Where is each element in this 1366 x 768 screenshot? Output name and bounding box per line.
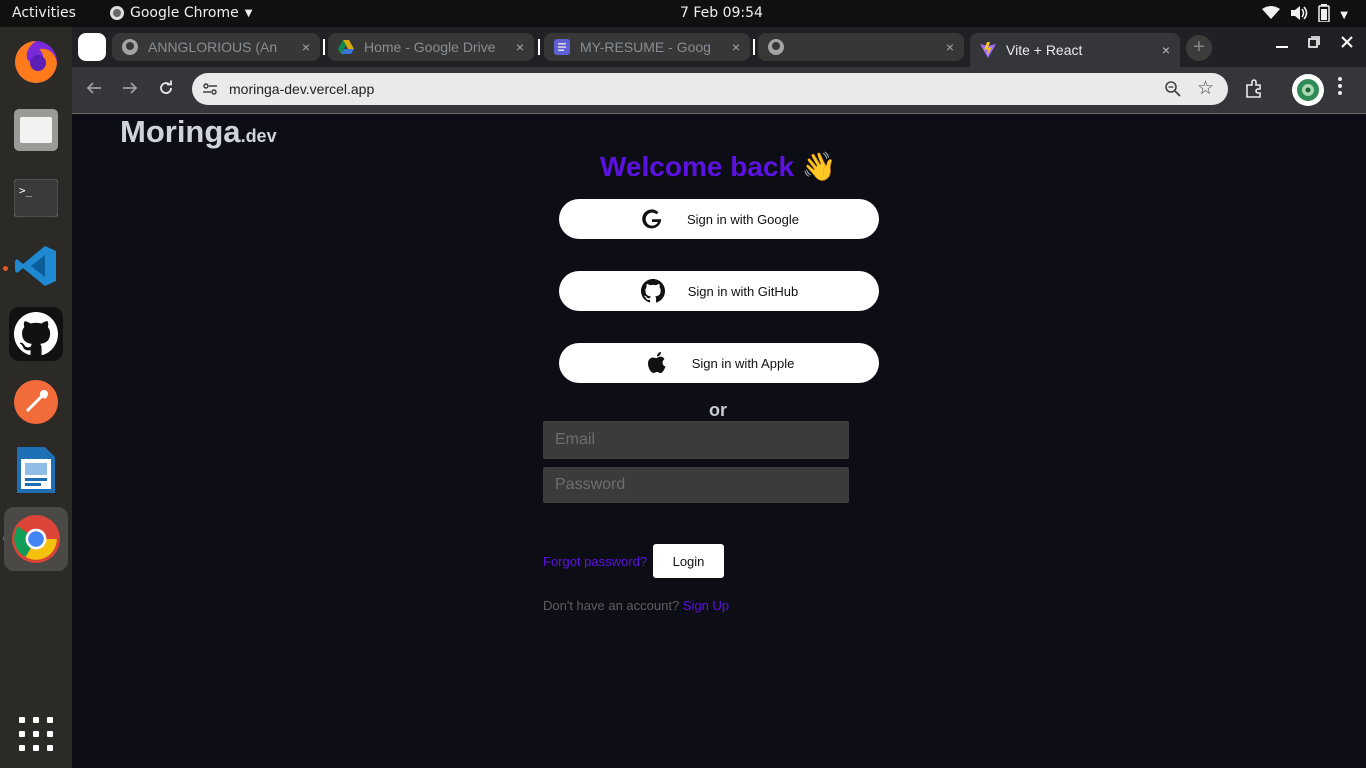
github-signin-label: Sign in with GitHub [687,283,799,299]
battery-icon [1318,4,1331,26]
vscode-icon [15,246,56,286]
welcome-text: Welcome back [600,151,795,182]
dock-vscode[interactable] [9,239,63,293]
chrome-icon [110,6,124,20]
activities-button[interactable]: Activities [12,5,76,21]
tab-github-annglorious[interactable]: ANNGLORIOUS (An × [112,33,320,61]
dock-terminal[interactable]: >_ [9,171,63,225]
close-icon[interactable]: × [516,39,524,55]
browser-toolbar: moringa-dev.vercel.app ☆ [72,67,1366,113]
google-signin-button[interactable]: Sign in with Google [559,199,879,239]
terminal-icon: >_ [14,179,58,217]
app-menu[interactable]: Google Chrome ▼ [110,5,252,21]
address-bar[interactable]: moringa-dev.vercel.app ☆ [192,73,1228,105]
profile-avatar[interactable] [1292,74,1324,106]
avatar-icon [1297,79,1319,101]
brand-name: Moringa [120,114,241,149]
wifi-icon [1262,6,1281,24]
tab-google-drive[interactable]: Home - Google Drive × [328,33,534,61]
svg-text:>_: >_ [19,184,33,197]
login-button[interactable]: Login [653,544,724,578]
github-icon [640,278,666,304]
google-icon [639,206,665,232]
top-bar: Activities Google Chrome ▼ 7 Feb 09:54 ▼ [0,0,1366,27]
libreoffice-impress-icon [17,447,55,493]
reload-icon[interactable] [158,80,174,101]
tab-separator [538,39,540,55]
zoom-icon[interactable] [1164,80,1182,103]
email-field[interactable] [543,421,849,459]
or-label: or [709,400,727,420]
github-icon [122,39,138,55]
tab-title: Home - Google Drive [364,39,496,55]
web-page: Moringa.dev Welcome back 👋 Sign in with … [72,114,1366,768]
show-apps-icon [19,717,53,751]
back-icon[interactable] [86,80,102,101]
dock-postman[interactable] [9,375,63,429]
welcome-heading: Welcome back 👋 [600,150,837,183]
github-icon [768,39,784,55]
caret-down-icon: ▼ [244,7,253,19]
signup-link[interactable]: Sign Up [683,598,729,613]
google-signin-label: Sign in with Google [686,211,799,227]
firefox-icon [15,41,57,83]
tab-github[interactable]: × [758,33,964,61]
google-docs-icon [554,39,570,55]
new-tab-button[interactable]: + [1186,35,1212,61]
maximize-icon[interactable] [1308,35,1320,51]
apple-signin-label: Sign in with Apple [691,355,795,371]
extensions-icon[interactable] [1244,79,1264,104]
google-drive-icon [338,39,354,55]
caret-down-icon: ▼ [1340,9,1348,21]
tab-title: ANNGLORIOUS (An [148,39,278,55]
github-signin-button[interactable]: Sign in with GitHub [559,271,879,311]
dock-libreoffice-impress[interactable] [9,443,63,497]
tab-my-resume[interactable]: MY-RESUME - Goog × [544,33,750,61]
dock: >_ [0,27,72,768]
no-account-text: Don't have an account? [543,598,680,613]
github-desktop-icon [14,312,58,356]
close-icon[interactable]: × [302,39,310,55]
dock-files[interactable] [9,103,63,157]
close-icon[interactable]: × [732,39,740,55]
more-menu-icon[interactable] [1338,77,1342,95]
close-icon[interactable]: × [946,39,954,55]
signup-prompt: Don't have an account? Sign Up [543,598,729,613]
tab-separator [753,39,755,55]
chrome-window: ANNGLORIOUS (An × Home - Google Drive × … [72,27,1366,768]
close-window-icon[interactable] [1341,35,1353,51]
files-icon [14,109,58,151]
tab-strip: ANNGLORIOUS (An × Home - Google Drive × … [72,27,1366,67]
tab-separator [323,39,325,55]
url-text: moringa-dev.vercel.app [229,81,375,97]
minimize-icon[interactable] [1276,35,1288,52]
forgot-password-link[interactable]: Forgot password? [543,554,647,569]
tab-title: Vite + React [1006,42,1083,58]
password-field[interactable] [543,467,849,503]
tab-title: MY-RESUME - Goog [580,39,711,55]
system-tray[interactable]: ▼ [1262,4,1348,26]
postman-icon [14,380,58,424]
brand-suffix: .dev [240,126,277,146]
vite-icon [980,42,996,58]
dock-chrome[interactable] [4,507,68,571]
tab-search-button[interactable] [78,33,106,61]
volume-icon [1290,5,1308,25]
dock-firefox[interactable] [9,35,63,89]
bookmark-star-icon[interactable]: ☆ [1197,77,1214,100]
brand-logo[interactable]: Moringa.dev [120,114,277,150]
tab-vite-react[interactable]: Vite + React × [970,33,1180,67]
dock-github-desktop[interactable] [9,307,63,361]
running-indicator [3,266,8,271]
chrome-icon [12,515,60,563]
site-info-icon[interactable] [202,81,218,97]
apple-signin-button[interactable]: Sign in with Apple [559,343,879,383]
apple-icon [644,350,670,376]
clock[interactable]: 7 Feb 09:54 [680,5,763,21]
dock-show-apps[interactable] [9,707,63,761]
app-menu-label: Google Chrome [130,5,239,21]
close-icon[interactable]: × [1162,42,1170,58]
waving-hand-icon: 👋 [801,150,837,183]
forward-icon[interactable] [122,80,138,101]
